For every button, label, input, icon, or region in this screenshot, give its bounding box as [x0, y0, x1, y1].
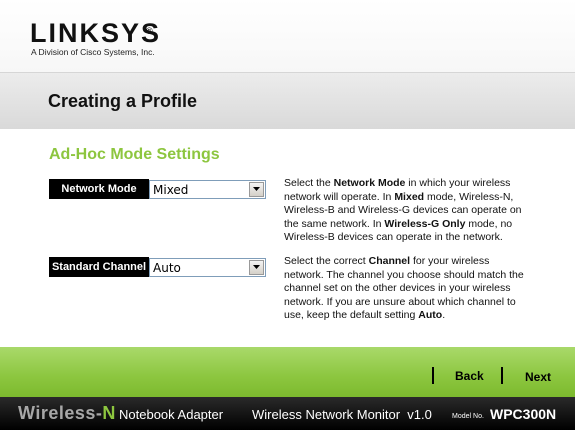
network-mode-select[interactable]: Mixed — [149, 180, 266, 199]
product-name: Notebook Adapter — [119, 407, 224, 422]
brand-suffix: N — [102, 403, 116, 423]
standard-channel-help: Select the correct Channel for your wire… — [284, 255, 529, 323]
chevron-down-icon — [253, 265, 260, 269]
logo-tagline: A Division of Cisco Systems, Inc. — [31, 47, 155, 57]
back-button[interactable]: Back — [455, 369, 484, 383]
help-emphasis: Network Mode — [333, 177, 406, 189]
help-text: Select the correct — [284, 255, 369, 267]
help-emphasis: Wireless-G Only — [384, 217, 466, 230]
page-title: Creating a Profile — [48, 91, 198, 111]
dropdown-button[interactable] — [249, 182, 264, 197]
help-text: . — [442, 309, 446, 321]
network-mode-label: Network Mode — [49, 179, 149, 199]
brand-prefix: Wireless- — [18, 403, 103, 423]
help-emphasis: Mixed — [394, 190, 425, 203]
linksys-logo: LINKSYS — [30, 18, 162, 48]
dropdown-button[interactable] — [249, 260, 264, 275]
network-mode-help: Select the Network Mode in which your wi… — [284, 177, 529, 245]
wireless-n-brand: Wireless-N — [18, 403, 116, 424]
nav-separator — [501, 367, 503, 384]
standard-channel-label: Standard Channel — [49, 257, 149, 277]
next-button[interactable]: Next — [525, 370, 551, 384]
help-emphasis: Auto — [418, 309, 443, 321]
footer-band — [0, 347, 575, 397]
standard-channel-value: Auto — [153, 261, 181, 275]
network-mode-value: Mixed — [153, 183, 189, 197]
model-number-label: Model No. — [452, 413, 484, 420]
model-number: WPC300N — [490, 406, 557, 422]
help-emphasis: Channel — [368, 255, 411, 267]
section-title: Ad-Hoc Mode Settings — [49, 146, 220, 163]
chevron-down-icon — [253, 187, 260, 191]
app-name: Wireless Network Monitor v1.0 — [252, 407, 432, 422]
standard-channel-select[interactable]: Auto — [149, 258, 266, 277]
help-text: Select the — [284, 177, 334, 189]
nav-separator — [432, 367, 434, 384]
registered-mark: ® — [146, 26, 153, 36]
